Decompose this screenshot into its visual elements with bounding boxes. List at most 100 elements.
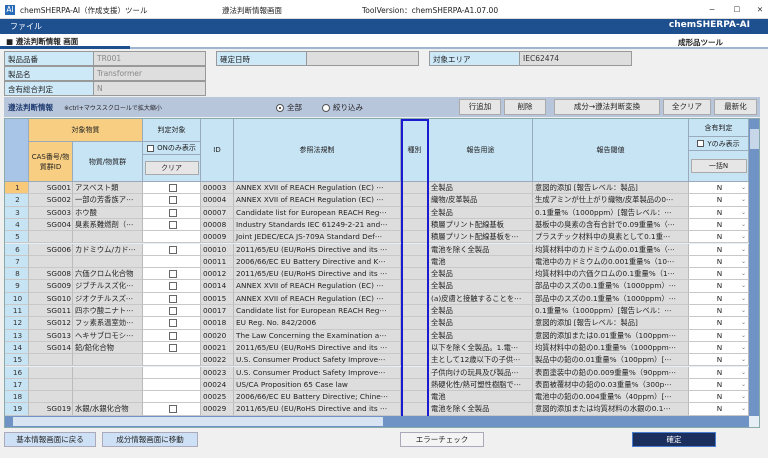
chevron-down-icon[interactable]: ⌄ bbox=[741, 244, 746, 255]
back-to-basic-button[interactable]: 基本情報画面に戻る bbox=[4, 432, 96, 447]
table-row[interactable]: 15 00022 U.S. Consumer Product Safety Impr… bbox=[5, 354, 749, 367]
clear-button[interactable]: クリア bbox=[144, 161, 199, 175]
confirm-button[interactable]: 確定 bbox=[632, 432, 716, 447]
chevron-down-icon[interactable]: ⌄ bbox=[741, 194, 746, 205]
content-judgment-cell[interactable]: N ⌄ bbox=[689, 292, 749, 305]
judge-target-cell[interactable] bbox=[143, 292, 201, 305]
table-row[interactable]: 5 00009 Joint JEDEC/ECA JS-709A Standard D… bbox=[5, 231, 749, 244]
convert-button[interactable]: 成分→遵法判断変換 bbox=[554, 99, 660, 115]
content-judgment-cell[interactable]: N ⌄ bbox=[689, 305, 749, 318]
clear-all-button[interactable]: 全クリア bbox=[663, 99, 711, 115]
table-row[interactable]: 4 SG004 臭素系難燃剤（⋯ 00008 Industry Standards IE… bbox=[5, 218, 749, 232]
content-judgment-cell[interactable]: N ⌄ bbox=[689, 329, 749, 342]
checkbox[interactable] bbox=[168, 245, 177, 254]
chevron-down-icon[interactable]: ⌄ bbox=[741, 367, 746, 378]
chevron-down-icon[interactable]: ⌄ bbox=[741, 317, 746, 328]
product-no-field[interactable]: TR001 bbox=[93, 51, 206, 66]
content-judgment-cell[interactable]: N ⌄ bbox=[689, 243, 749, 256]
table-row[interactable]: 14 SG014 鉛/鉛化合物 00021 2011/65/EU (EU/RoHS Di… bbox=[5, 341, 749, 355]
content-judgment-cell[interactable]: N ⌄ bbox=[689, 317, 749, 330]
checkbox[interactable] bbox=[168, 282, 177, 291]
chevron-down-icon[interactable]: ⌄ bbox=[741, 379, 746, 390]
delete-button[interactable]: 削除 bbox=[504, 99, 546, 115]
chevron-down-icon[interactable]: ⌄ bbox=[741, 256, 746, 267]
product-name-field[interactable]: Transformer bbox=[93, 66, 206, 81]
judge-target-cell[interactable] bbox=[143, 403, 201, 416]
table-row[interactable]: 11 SG011 四ホウ酸ニナト⋯ 00017 Candidate list for E… bbox=[5, 305, 749, 318]
checkbox[interactable] bbox=[168, 196, 177, 205]
judge-target-cell[interactable] bbox=[143, 231, 201, 244]
table-row[interactable]: 16 00023 U.S. Consumer Product Safety Impr… bbox=[5, 366, 749, 379]
horizontal-scrollbar[interactable] bbox=[5, 416, 749, 427]
table-row[interactable]: 19 SG019 水銀/水銀化合物 00029 2011/65/EU (EU/RoHS … bbox=[5, 403, 749, 416]
judge-target-cell[interactable] bbox=[143, 341, 201, 355]
chevron-down-icon[interactable]: ⌄ bbox=[741, 403, 746, 414]
content-judgment-cell[interactable]: N ⌄ bbox=[689, 194, 749, 207]
content-judgment-cell[interactable]: N ⌄ bbox=[689, 280, 749, 293]
checkbox[interactable] bbox=[168, 220, 177, 229]
judge-target-cell[interactable] bbox=[143, 218, 201, 232]
close-button[interactable]: ✕ bbox=[750, 5, 768, 14]
chevron-down-icon[interactable]: ⌄ bbox=[741, 293, 746, 304]
content-judgment-cell[interactable]: N ⌄ bbox=[689, 366, 749, 379]
table-row[interactable]: 7 00011 2006/66/EC EU Battery Directive an… bbox=[5, 255, 749, 269]
select-all-corner[interactable] bbox=[5, 119, 29, 182]
y-only-checkbox[interactable]: Yのみ表示 bbox=[689, 137, 749, 151]
vertical-scrollbar[interactable] bbox=[749, 119, 759, 416]
table-row[interactable]: 12 SG012 フッ素系温室効⋯ 00018 EU Reg. No. 842/2006… bbox=[5, 317, 749, 330]
judge-target-cell[interactable] bbox=[143, 182, 201, 195]
maximize-button[interactable]: ☐ bbox=[727, 5, 747, 14]
table-row[interactable]: 17 00024 US/CA Proposition 65 Case law 熱硬化性… bbox=[5, 378, 749, 392]
judge-target-cell[interactable] bbox=[143, 255, 201, 269]
content-judgment-cell[interactable]: N ⌄ bbox=[689, 354, 749, 367]
judge-target-cell[interactable] bbox=[143, 280, 201, 293]
checkbox[interactable] bbox=[168, 343, 177, 352]
table-row[interactable]: 18 00025 2006/66/EC EU Battery Directive; … bbox=[5, 391, 749, 404]
chevron-down-icon[interactable]: ⌄ bbox=[741, 354, 746, 365]
table-row[interactable]: 10 SG010 ジオクチルスズ⋯ 00015 ANNEX XVII of REACH … bbox=[5, 292, 749, 305]
judge-target-cell[interactable] bbox=[143, 305, 201, 318]
judge-target-cell[interactable] bbox=[143, 268, 201, 281]
content-judgment-cell[interactable]: N ⌄ bbox=[689, 391, 749, 404]
checkbox[interactable] bbox=[168, 208, 177, 217]
chevron-down-icon[interactable]: ⌄ bbox=[741, 268, 746, 279]
table-row[interactable]: 9 SG009 ジブチルスズ化⋯ 00014 ANNEX XVII of REACH R… bbox=[5, 280, 749, 293]
judge-target-cell[interactable] bbox=[143, 378, 201, 392]
error-check-button[interactable]: エラーチェック bbox=[400, 432, 484, 447]
chevron-down-icon[interactable]: ⌄ bbox=[741, 219, 746, 230]
checkbox[interactable] bbox=[168, 270, 177, 279]
content-judgment-cell[interactable]: N ⌄ bbox=[689, 218, 749, 232]
bulk-n-button[interactable]: 一括N bbox=[690, 159, 747, 173]
judge-target-cell[interactable] bbox=[143, 206, 201, 219]
checkbox[interactable] bbox=[168, 307, 177, 315]
table-row[interactable]: 3 SG003 ホウ酸 00007 Candidate list for Europea… bbox=[5, 206, 749, 219]
table-row[interactable]: 13 SG013 ヘキサブロモシ⋯ 00020 The Law Concerning t… bbox=[5, 329, 749, 342]
menu-file[interactable]: ファイル bbox=[10, 21, 42, 32]
judge-target-cell[interactable] bbox=[143, 329, 201, 342]
judge-target-cell[interactable] bbox=[143, 354, 201, 367]
radio-filter[interactable]: 絞り込み bbox=[322, 102, 363, 113]
add-row-button[interactable]: 行追加 bbox=[459, 99, 501, 115]
content-judgment-cell[interactable]: N ⌄ bbox=[689, 206, 749, 219]
radio-all[interactable]: 全部 bbox=[276, 102, 302, 113]
table-row[interactable]: 8 SG008 六価クロム化合物 00012 2011/65/EU (EU/RoHS D… bbox=[5, 268, 749, 281]
content-judgment-cell[interactable]: N ⌄ bbox=[689, 182, 749, 195]
judge-target-cell[interactable] bbox=[143, 366, 201, 379]
content-judgment-cell[interactable]: N ⌄ bbox=[689, 378, 749, 392]
content-judgment-cell[interactable]: N ⌄ bbox=[689, 255, 749, 269]
table-row[interactable]: 1 SG001 アスベスト類 00003 ANNEX XVII of REACH Reg… bbox=[5, 182, 749, 195]
chevron-down-icon[interactable]: ⌄ bbox=[741, 231, 746, 242]
chevron-down-icon[interactable]: ⌄ bbox=[741, 207, 746, 218]
judge-target-cell[interactable] bbox=[143, 194, 201, 207]
refresh-button[interactable]: 最新化 bbox=[714, 99, 757, 115]
table-row[interactable]: 6 SG006 カドミウム/カド⋯ 00010 2011/65/EU (EU/RoHS … bbox=[5, 243, 749, 256]
chevron-down-icon[interactable]: ⌄ bbox=[741, 182, 746, 193]
content-judgment-cell[interactable]: N ⌄ bbox=[689, 231, 749, 244]
table-row[interactable]: 2 SG002 一部の芳香族ア⋯ 00004 ANNEX XVII of REACH R… bbox=[5, 194, 749, 207]
content-judgment-cell[interactable]: N ⌄ bbox=[689, 268, 749, 281]
chevron-down-icon[interactable]: ⌄ bbox=[741, 391, 746, 402]
to-component-button[interactable]: 成分情報画面に移動 bbox=[102, 432, 198, 447]
chevron-down-icon[interactable]: ⌄ bbox=[741, 330, 746, 341]
checkbox[interactable] bbox=[168, 294, 177, 303]
chevron-down-icon[interactable]: ⌄ bbox=[741, 305, 746, 316]
